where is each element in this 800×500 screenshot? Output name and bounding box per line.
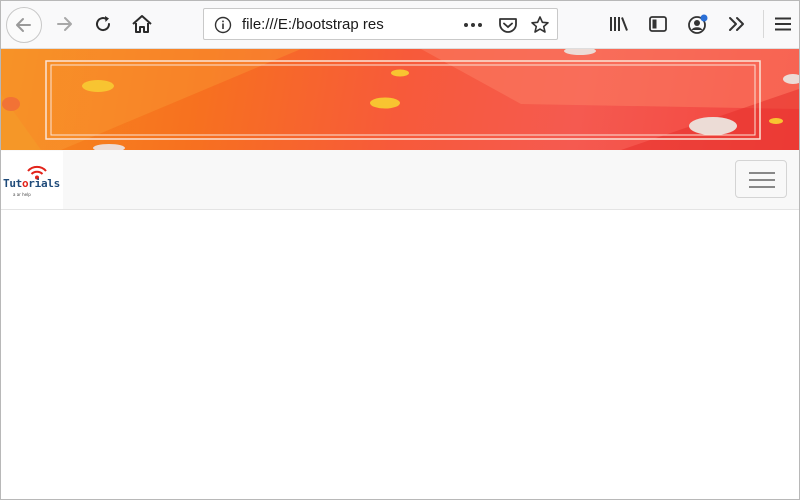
account-button[interactable]	[684, 10, 712, 38]
overflow-button[interactable]	[723, 10, 751, 38]
url-text[interactable]: file:///E:/bootstrap responsive.html	[242, 16, 384, 34]
browser-window: file:///E:/bootstrap responsive.html	[0, 0, 800, 500]
library-icon	[610, 17, 628, 31]
browser-toolbar: file:///E:/bootstrap responsive.html	[1, 1, 799, 49]
menu-icon	[775, 17, 791, 31]
url-bar[interactable]: file:///E:/bootstrap responsive.html	[203, 8, 558, 40]
home-icon	[132, 15, 152, 33]
site-navbar: Tutorials a ar help	[1, 150, 799, 210]
forward-arrow-icon	[57, 17, 72, 31]
bookmark-star-icon[interactable]	[530, 15, 550, 35]
account-icon	[688, 14, 708, 34]
banner-decoration	[1, 49, 799, 150]
info-icon[interactable]	[214, 16, 232, 34]
back-arrow-icon	[16, 18, 31, 32]
back-button[interactable]	[6, 7, 42, 43]
toolbar-separator	[763, 10, 764, 38]
library-button[interactable]	[605, 10, 633, 38]
hamburger-icon	[749, 172, 775, 174]
reload-icon	[96, 16, 111, 32]
reload-button[interactable]	[89, 10, 117, 38]
brand-logo[interactable]: Tutorials a ar help	[1, 151, 63, 209]
navbar-toggler-button[interactable]	[735, 160, 787, 198]
brand-name: Tutorials	[3, 177, 60, 190]
brand-tagline: a ar help	[13, 192, 31, 197]
sidebar-button[interactable]	[644, 10, 672, 38]
sidebar-icon	[649, 16, 667, 32]
menu-button[interactable]	[769, 10, 797, 38]
page-content-area	[1, 210, 799, 499]
more-dots-icon[interactable]	[462, 16, 484, 34]
overflow-chevrons-icon	[729, 17, 744, 31]
pocket-icon[interactable]	[498, 16, 518, 34]
forward-button[interactable]	[50, 10, 78, 38]
home-button[interactable]	[128, 10, 156, 38]
header-banner	[1, 49, 799, 150]
